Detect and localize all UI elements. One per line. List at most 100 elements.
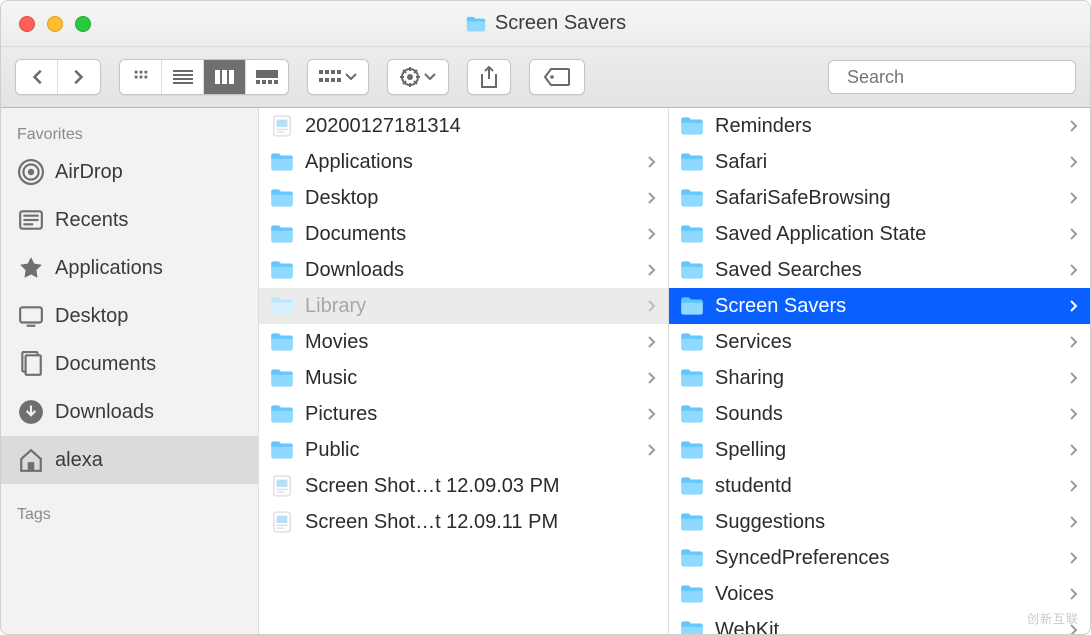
file-row[interactable]: Pictures bbox=[259, 396, 668, 432]
folder-icon bbox=[679, 547, 705, 569]
folder-icon bbox=[679, 475, 705, 497]
sidebar-item-documents[interactable]: Documents bbox=[1, 340, 258, 388]
file-row[interactable]: SyncedPreferences bbox=[669, 540, 1090, 576]
file-image-icon bbox=[269, 115, 295, 137]
file-row[interactable]: Saved Searches bbox=[669, 252, 1090, 288]
folder-icon bbox=[679, 511, 705, 533]
file-row[interactable]: Sharing bbox=[669, 360, 1090, 396]
file-row[interactable]: Safari bbox=[669, 144, 1090, 180]
file-label: Applications bbox=[305, 151, 636, 174]
view-icon-button[interactable] bbox=[120, 60, 162, 94]
tags-label: Tags bbox=[1, 500, 258, 528]
folder-icon bbox=[269, 187, 295, 209]
column-1[interactable]: RemindersSafariSafariSafeBrowsing Saved A… bbox=[669, 108, 1090, 634]
sidebar-item-airdrop[interactable]: AirDrop bbox=[1, 148, 258, 196]
file-label: Spelling bbox=[715, 439, 1058, 462]
file-row[interactable]: Sounds bbox=[669, 396, 1090, 432]
view-column-button[interactable] bbox=[204, 60, 246, 94]
file-row[interactable]: Suggestions bbox=[669, 504, 1090, 540]
file-row[interactable]: Desktop bbox=[259, 180, 668, 216]
sidebar-item-alexa[interactable]: alexa bbox=[1, 436, 258, 484]
search-container bbox=[828, 60, 1076, 94]
file-row[interactable]: SafariSafeBrowsing bbox=[669, 180, 1090, 216]
toolbar bbox=[1, 47, 1090, 108]
title-folder-icon bbox=[465, 15, 487, 33]
view-list-button[interactable] bbox=[162, 60, 204, 94]
sidebar-item-downloads[interactable]: Downloads bbox=[1, 388, 258, 436]
sidebar-item-label: Desktop bbox=[55, 305, 128, 328]
file-row[interactable]: Voices bbox=[669, 576, 1090, 612]
file-label: studentd bbox=[715, 475, 1058, 498]
nav-buttons bbox=[15, 59, 101, 95]
sidebar-item-applications[interactable]: Applications bbox=[1, 244, 258, 292]
file-row[interactable]: Screen Savers bbox=[669, 288, 1090, 324]
file-row[interactable]: Documents bbox=[259, 216, 668, 252]
folder-icon bbox=[269, 331, 295, 353]
file-label: 20200127181314 bbox=[305, 115, 658, 138]
action-button[interactable] bbox=[387, 59, 449, 95]
file-label: Screen Savers bbox=[715, 295, 1058, 318]
chevron-right-icon bbox=[1068, 588, 1080, 600]
view-buttons bbox=[119, 59, 289, 95]
file-row[interactable]: Screen Shot…t 12.09.11 PM bbox=[259, 504, 668, 540]
folder-icon bbox=[269, 259, 295, 281]
search-input[interactable] bbox=[847, 67, 1079, 88]
forward-button[interactable] bbox=[58, 60, 100, 94]
folder-icon bbox=[269, 439, 295, 461]
file-row[interactable]: Services bbox=[669, 324, 1090, 360]
sidebar-item-recents[interactable]: Recents bbox=[1, 196, 258, 244]
home-icon bbox=[17, 446, 45, 474]
file-row[interactable]: Spelling bbox=[669, 432, 1090, 468]
watermark: 创新互联 bbox=[1027, 610, 1079, 627]
file-row[interactable]: Library bbox=[259, 288, 668, 324]
search-field[interactable] bbox=[828, 60, 1076, 94]
sidebar-item-label: Downloads bbox=[55, 401, 154, 424]
file-label: Library bbox=[305, 295, 636, 318]
chevron-right-icon bbox=[1068, 444, 1080, 456]
file-row[interactable]: Movies bbox=[259, 324, 668, 360]
file-row[interactable]: studentd bbox=[669, 468, 1090, 504]
view-gallery-button[interactable] bbox=[246, 60, 288, 94]
titlebar: Screen Savers bbox=[1, 1, 1090, 47]
file-label: Public bbox=[305, 439, 636, 462]
folder-icon bbox=[679, 151, 705, 173]
applications-icon bbox=[17, 254, 45, 282]
folder-icon bbox=[679, 295, 705, 317]
group-by-button[interactable] bbox=[307, 59, 369, 95]
chevron-right-icon bbox=[646, 192, 658, 204]
file-row[interactable]: Music bbox=[259, 360, 668, 396]
sidebar-item-label: alexa bbox=[55, 449, 103, 472]
file-row[interactable]: Reminders bbox=[669, 108, 1090, 144]
folder-icon bbox=[269, 151, 295, 173]
file-row[interactable]: Screen Shot…t 12.09.03 PM bbox=[259, 468, 668, 504]
file-label: Services bbox=[715, 331, 1058, 354]
folder-icon bbox=[679, 259, 705, 281]
back-button[interactable] bbox=[16, 60, 58, 94]
share-button[interactable] bbox=[467, 59, 511, 95]
file-row[interactable]: Applications bbox=[259, 144, 668, 180]
column-0[interactable]: 20200127181314 Applications DesktopDocumen… bbox=[259, 108, 669, 634]
file-row[interactable]: 20200127181314 bbox=[259, 108, 668, 144]
chevron-right-icon bbox=[646, 264, 658, 276]
file-row[interactable]: Saved Application State bbox=[669, 216, 1090, 252]
close-button[interactable] bbox=[19, 16, 35, 32]
zoom-button[interactable] bbox=[75, 16, 91, 32]
file-row[interactable]: Public bbox=[259, 432, 668, 468]
sidebar-item-desktop[interactable]: Desktop bbox=[1, 292, 258, 340]
minimize-button[interactable] bbox=[47, 16, 63, 32]
chevron-right-icon bbox=[1068, 228, 1080, 240]
sidebar-item-label: Applications bbox=[55, 257, 163, 280]
file-row[interactable]: Downloads bbox=[259, 252, 668, 288]
tags-button[interactable] bbox=[529, 59, 585, 95]
chevron-right-icon bbox=[646, 336, 658, 348]
chevron-right-icon bbox=[646, 228, 658, 240]
file-image-icon bbox=[269, 511, 295, 533]
file-label: Music bbox=[305, 367, 636, 390]
sidebar: Favorites AirDropRecentsApplicationsDesk… bbox=[1, 108, 259, 634]
sidebar-item-label: Recents bbox=[55, 209, 128, 232]
file-label: WebKit bbox=[715, 619, 1058, 635]
folder-icon bbox=[679, 583, 705, 605]
file-label: Sounds bbox=[715, 403, 1058, 426]
folder-icon bbox=[269, 367, 295, 389]
file-label: Saved Application State bbox=[715, 223, 1058, 246]
